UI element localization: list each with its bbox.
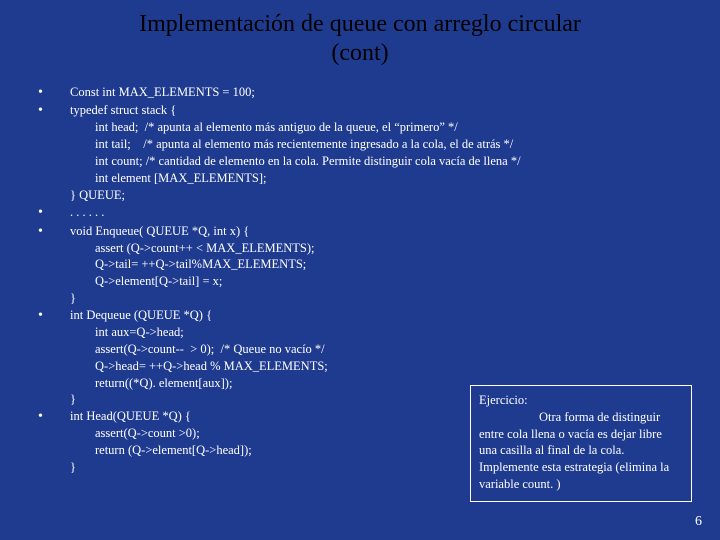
bullet-marker: • bbox=[30, 84, 70, 103]
code-line: typedef struct stack { int head; /* apun… bbox=[70, 102, 690, 203]
bullet-item: • typedef struct stack { int head; /* ap… bbox=[30, 102, 690, 203]
bullet-item: • . . . . . . bbox=[30, 204, 690, 223]
exercise-box: Ejercicio: Otra forma de distinguir entr… bbox=[470, 385, 692, 502]
bullet-item: • void Enqueue( QUEUE *Q, int x) { asser… bbox=[30, 223, 690, 307]
page-number: 6 bbox=[695, 514, 702, 530]
bullet-marker: • bbox=[30, 204, 70, 223]
slide-container: Implementación de queue con arreglo circ… bbox=[0, 0, 720, 540]
title-line-1: Implementación de queue con arreglo circ… bbox=[139, 11, 581, 37]
exercise-rest: entre cola llena o vacía es dejar libre … bbox=[479, 426, 683, 494]
code-line: . . . . . . bbox=[70, 204, 690, 221]
code-line: Const int MAX_ELEMENTS = 100; bbox=[70, 84, 690, 101]
slide-title: Implementación de queue con arreglo circ… bbox=[30, 10, 690, 68]
bullet-marker: • bbox=[30, 223, 70, 242]
bullet-marker: • bbox=[30, 307, 70, 326]
bullet-marker: • bbox=[30, 408, 70, 427]
exercise-line2: Otra forma de distinguir bbox=[479, 409, 683, 426]
exercise-label: Ejercicio: bbox=[479, 392, 683, 409]
bullet-marker: • bbox=[30, 102, 70, 121]
title-line-2: (cont) bbox=[331, 40, 388, 66]
code-line: void Enqueue( QUEUE *Q, int x) { assert … bbox=[70, 223, 690, 307]
bullet-item: • Const int MAX_ELEMENTS = 100; bbox=[30, 84, 690, 103]
